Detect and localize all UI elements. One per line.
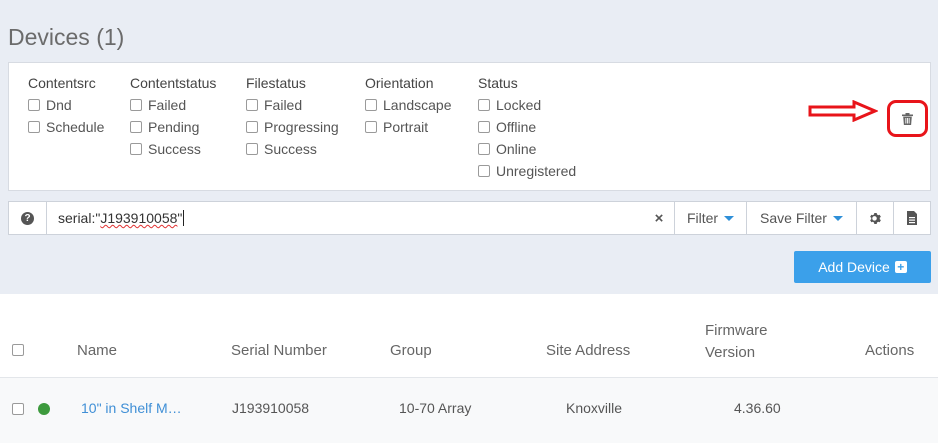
checkbox[interactable] bbox=[130, 121, 142, 133]
checkbox[interactable] bbox=[246, 121, 258, 133]
filter-group-contentsrc: Contentsrc Dnd Schedule bbox=[28, 74, 104, 138]
filter-option-portrait[interactable]: Portrait bbox=[365, 116, 452, 138]
filter-option-dnd[interactable]: Dnd bbox=[28, 94, 104, 116]
filter-option-progressing[interactable]: Progressing bbox=[246, 116, 339, 138]
search-prefix: serial:" bbox=[58, 210, 101, 226]
device-site: Knoxville bbox=[566, 400, 623, 416]
annotation-arrow bbox=[808, 100, 878, 122]
column-header-serial[interactable]: Serial Number bbox=[231, 342, 327, 359]
row-checkbox[interactable] bbox=[12, 403, 24, 415]
filter-label: Filter bbox=[686, 210, 719, 226]
filter-option-unregistered[interactable]: Unregistered bbox=[478, 160, 576, 182]
devices-table: Name Serial Number Group Site Address Fi… bbox=[0, 294, 938, 443]
filter-option-failed[interactable]: Failed bbox=[246, 94, 339, 116]
help-icon: ? bbox=[21, 211, 34, 225]
save-filter-label: Save Filter bbox=[760, 210, 827, 226]
checkbox[interactable] bbox=[246, 143, 258, 155]
filter-button[interactable]: Filter bbox=[674, 202, 746, 234]
filter-group-title: Filestatus bbox=[246, 75, 306, 91]
page-title: Devices (1) bbox=[8, 24, 125, 50]
table-row[interactable]: 10" in Shelf M… J193910058 10-70 Array K… bbox=[0, 378, 938, 443]
chevron-down-icon bbox=[724, 215, 735, 221]
filter-option-online[interactable]: Online bbox=[478, 138, 576, 160]
search-bar: ? serial:" J193910058 " × Filter Save Filt… bbox=[8, 201, 931, 235]
checkbox[interactable] bbox=[365, 121, 377, 133]
column-header-name[interactable]: Name bbox=[77, 342, 117, 359]
add-device-button[interactable]: Add Device + bbox=[794, 251, 931, 283]
trash-icon bbox=[902, 112, 913, 125]
export-button[interactable] bbox=[893, 202, 930, 234]
save-filter-button[interactable]: Save Filter bbox=[746, 202, 856, 234]
help-button[interactable]: ? bbox=[9, 202, 47, 234]
checkbox[interactable] bbox=[365, 99, 377, 111]
checkbox[interactable] bbox=[478, 165, 490, 177]
checkbox[interactable] bbox=[478, 143, 490, 155]
search-input[interactable]: serial:" J193910058 " bbox=[47, 202, 644, 234]
checkbox[interactable] bbox=[246, 99, 258, 111]
filter-group-contentstatus: Contentstatus Failed Pending Success bbox=[130, 74, 216, 160]
column-header-actions: Actions bbox=[865, 342, 915, 359]
column-header-group[interactable]: Group bbox=[390, 342, 432, 359]
column-header-firmware[interactable]: Firmware Version bbox=[705, 320, 768, 364]
filter-group-title: Contentstatus bbox=[130, 75, 217, 91]
status-online-indicator bbox=[38, 403, 50, 415]
checkbox[interactable] bbox=[478, 99, 490, 111]
column-header-site-address[interactable]: Site Address bbox=[546, 342, 630, 359]
filter-option-offline[interactable]: Offline bbox=[478, 116, 576, 138]
filter-option-locked[interactable]: Locked bbox=[478, 94, 576, 116]
plus-icon: + bbox=[894, 261, 907, 273]
chevron-down-icon bbox=[832, 215, 843, 221]
filter-option-pending[interactable]: Pending bbox=[130, 116, 216, 138]
document-icon bbox=[907, 211, 917, 225]
settings-button[interactable] bbox=[856, 202, 893, 234]
delete-device-button[interactable] bbox=[887, 100, 928, 137]
filter-group-title: Contentsrc bbox=[28, 75, 96, 91]
checkbox[interactable] bbox=[130, 99, 142, 111]
filter-group-status: Status Locked Offline Online Unregistere… bbox=[478, 74, 576, 182]
filter-option-success[interactable]: Success bbox=[130, 138, 216, 160]
filter-panel: Contentsrc Dnd Schedule Contentstatus Fa… bbox=[8, 62, 931, 191]
clear-icon[interactable]: × bbox=[644, 202, 674, 234]
checkbox[interactable] bbox=[28, 99, 40, 111]
search-serial: J193910058 bbox=[100, 210, 178, 226]
device-name-link[interactable]: 10" in Shelf M… bbox=[81, 400, 182, 416]
checkbox[interactable] bbox=[478, 121, 490, 133]
filter-group-orientation: Orientation Landscape Portrait bbox=[365, 74, 452, 138]
add-device-label: Add Device bbox=[818, 259, 890, 275]
filter-group-title: Status bbox=[478, 75, 518, 91]
device-serial: J193910058 bbox=[232, 400, 310, 416]
device-firmware: 4.36.60 bbox=[734, 400, 781, 416]
device-group: 10-70 Array bbox=[399, 400, 472, 416]
filter-group-title: Orientation bbox=[365, 75, 434, 91]
filter-option-success[interactable]: Success bbox=[246, 138, 339, 160]
filter-option-schedule[interactable]: Schedule bbox=[28, 116, 104, 138]
search-suffix: " bbox=[177, 210, 183, 226]
filter-option-landscape[interactable]: Landscape bbox=[365, 94, 452, 116]
filter-option-failed[interactable]: Failed bbox=[130, 94, 216, 116]
checkbox[interactable] bbox=[28, 121, 40, 133]
filter-group-filestatus: Filestatus Failed Progressing Success bbox=[246, 74, 339, 160]
checkbox[interactable] bbox=[130, 143, 142, 155]
gear-icon bbox=[869, 212, 881, 224]
select-all-checkbox[interactable] bbox=[12, 344, 24, 356]
text-caret bbox=[183, 210, 185, 226]
